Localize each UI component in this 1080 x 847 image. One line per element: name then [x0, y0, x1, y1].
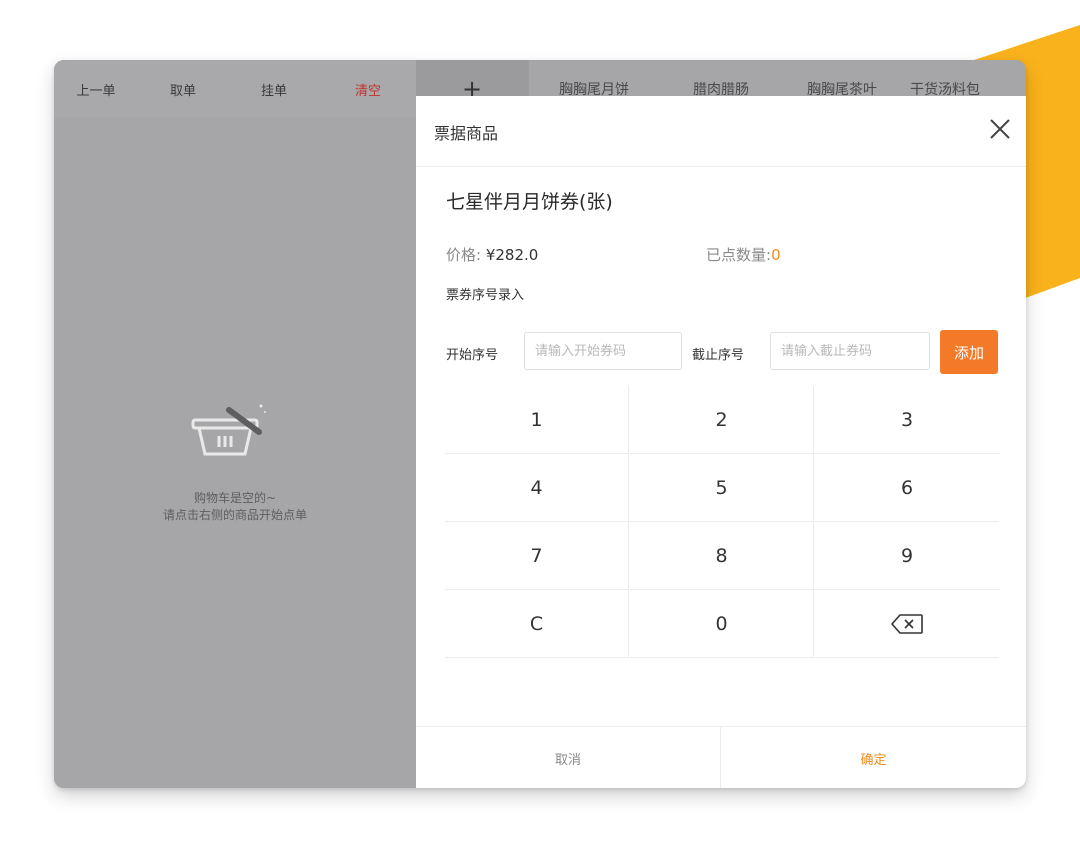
prev-order-button[interactable]: 上一单 [54, 60, 139, 118]
clear-cart-button[interactable]: 清空 [320, 60, 417, 118]
key-0[interactable]: 0 [630, 590, 814, 658]
empty-cart-line2: 请点击右侧的商品开始点单 [162, 508, 307, 522]
key-9[interactable]: 9 [815, 522, 999, 590]
key-2[interactable]: 2 [630, 386, 814, 454]
empty-cart-line1: 购物车是空的~ [193, 491, 277, 505]
take-order-button[interactable]: 取单 [138, 60, 229, 118]
quantity-value: 0 [771, 246, 781, 264]
price-row: 价格: ¥282.0 [446, 244, 538, 265]
key-6[interactable]: 6 [815, 454, 999, 522]
key-clear[interactable]: C [445, 590, 629, 658]
dialog-footer: 取消 确定 [416, 726, 1026, 788]
product-name: 七星伴月月饼券(张) [446, 191, 613, 213]
serial-entry-title: 票券序号录入 [446, 288, 525, 303]
quantity-label: 已点数量: [706, 246, 772, 264]
dialog-title: 票据商品 [434, 124, 499, 143]
end-serial-input[interactable] [770, 332, 930, 370]
start-serial-label: 开始序号 [446, 348, 499, 363]
add-serial-button[interactable]: 添加 [940, 330, 998, 374]
key-4[interactable]: 4 [445, 454, 629, 522]
cart-pane: 购物车是空的~ 请点击右侧的商品开始点单 [54, 118, 416, 788]
price-label: 价格: [446, 246, 482, 264]
hold-order-button[interactable]: 挂单 [228, 60, 321, 118]
pos-window: 上一单 取单 挂单 清空 + 胸胸尾月饼 腊肉腊肠 胸胸尾茶叶 干货汤料包 购物… [54, 60, 1026, 788]
key-8[interactable]: 8 [630, 522, 814, 590]
price-value: ¥282.0 [485, 246, 539, 264]
key-7[interactable]: 7 [445, 522, 629, 590]
ticket-product-dialog: 票据商品 七星伴月月饼券(张) 价格: ¥282.0 已点数量:0 票券序号录入… [416, 96, 1026, 788]
ordered-quantity-row: 已点数量:0 [706, 244, 781, 265]
empty-cart-message: 购物车是空的~ 请点击右侧的商品开始点单 [54, 490, 416, 524]
key-5[interactable]: 5 [630, 454, 814, 522]
cancel-button[interactable]: 取消 [416, 727, 721, 788]
dialog-header: 票据商品 [416, 96, 1026, 167]
end-serial-label: 截止序号 [692, 348, 745, 363]
key-3[interactable]: 3 [815, 386, 999, 454]
empty-basket-icon [191, 404, 266, 456]
confirm-button[interactable]: 确定 [721, 727, 1026, 788]
backspace-icon [891, 613, 923, 634]
start-serial-input[interactable] [524, 332, 682, 370]
close-icon[interactable] [987, 116, 1013, 142]
key-backspace[interactable] [815, 590, 999, 658]
numeric-keypad: 1 2 3 4 5 6 7 8 9 C 0 [445, 386, 999, 660]
key-1[interactable]: 1 [445, 386, 629, 454]
